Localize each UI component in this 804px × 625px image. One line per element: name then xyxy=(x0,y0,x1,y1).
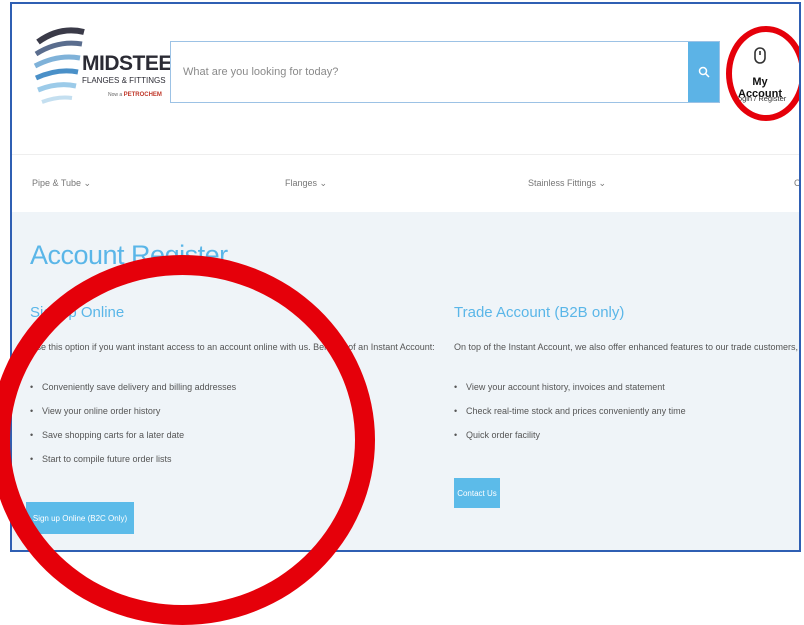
trade-benefits-list: View your account history, invoices and … xyxy=(454,380,686,452)
site-logo[interactable]: MIDSTEEL FLANGES & FITTINGS Now a PETROC… xyxy=(32,22,185,122)
list-item: Start to compile future order lists xyxy=(30,452,236,476)
list-item: Quick order facility xyxy=(454,428,686,452)
brand-tagline-brand: PETROCHEM xyxy=(123,92,162,98)
main-nav: Pipe & Tube ⌄ Flanges ⌄ Stainless Fittin… xyxy=(12,154,799,213)
brand-name: MIDSTEEL xyxy=(82,52,185,75)
my-account[interactable]: My Account Login / Register xyxy=(730,34,790,114)
page-title: Account Register xyxy=(30,240,228,270)
browser-frame: MIDSTEEL FLANGES & FITTINGS Now a PETROC… xyxy=(10,2,801,552)
list-item: View your account history, invoices and … xyxy=(454,380,686,404)
signup-title: Signup Online xyxy=(30,304,125,321)
list-item: Check real-time stock and prices conveni… xyxy=(454,404,686,428)
contact-us-button[interactable]: Contact Us xyxy=(454,478,500,508)
list-item: Conveniently save delivery and billing a… xyxy=(30,380,236,404)
login-register-link[interactable]: Login / Register xyxy=(730,94,790,103)
trade-title: Trade Account (B2B only) xyxy=(454,304,625,321)
brand-tagline-prefix: Now a xyxy=(108,92,123,98)
search-button[interactable] xyxy=(688,42,719,102)
signup-benefits-list: Conveniently save delivery and billing a… xyxy=(30,380,236,476)
user-icon xyxy=(754,47,766,64)
search-input[interactable] xyxy=(171,42,689,102)
search-bar xyxy=(170,41,720,103)
brand-subtitle: FLANGES & FITTINGS xyxy=(82,76,166,85)
nav-item-flanges[interactable]: Flanges ⌄ xyxy=(285,178,327,189)
site-header: MIDSTEEL FLANGES & FITTINGS Now a PETROC… xyxy=(12,4,799,154)
nav-item-more[interactable]: C xyxy=(794,178,799,188)
signup-intro: Use this option if you want instant acce… xyxy=(30,342,435,352)
signup-online-button[interactable]: Sign up Online (B2C Only) xyxy=(26,502,134,534)
search-icon xyxy=(698,66,710,78)
nav-item-stainless-fittings[interactable]: Stainless Fittings ⌄ xyxy=(528,178,606,189)
list-item: View your online order history xyxy=(30,404,236,428)
brand-tagline: Now a PETROCHEM xyxy=(108,92,162,98)
list-item: Save shopping carts for a later date xyxy=(30,428,236,452)
trade-intro: On top of the Instant Account, we also o… xyxy=(454,342,801,352)
nav-item-pipe-tube[interactable]: Pipe & Tube ⌄ xyxy=(32,178,91,189)
main-content: Account Register Signup Online Use this … xyxy=(12,212,801,550)
